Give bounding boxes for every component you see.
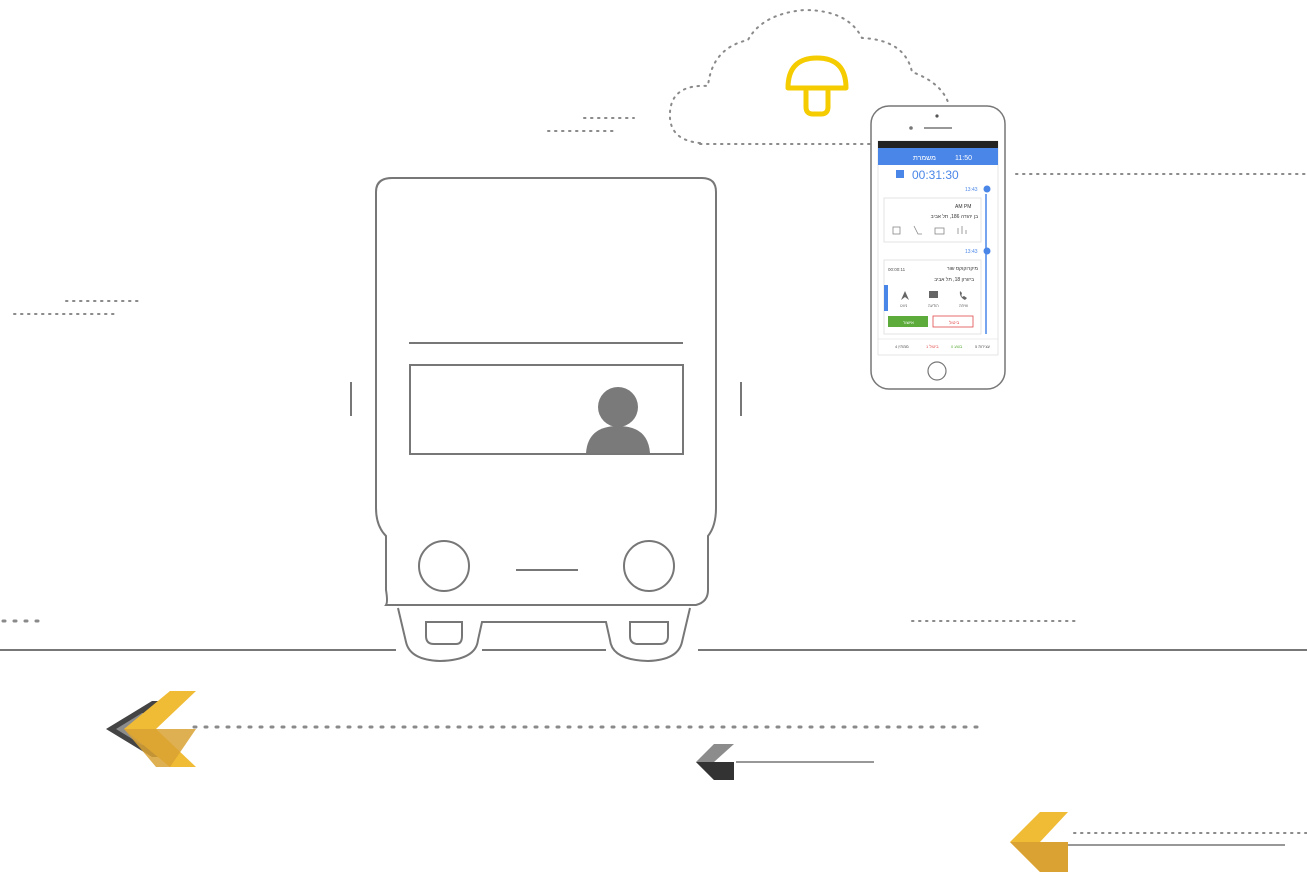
stop-1-address: בן יהודה 186, תל אביב [931,213,978,220]
cancel-button-label[interactable]: ביטול [949,320,960,325]
stop-2-name: מיקרוקוקס שור [947,266,979,272]
stop-2-time: 13:43 [965,249,978,255]
call-label[interactable]: שיחה [959,303,968,308]
footer-cancelled: ביטול 1 [926,344,939,349]
footer-done: בוצע 0 [951,344,963,349]
arrow-icon-small [696,744,734,780]
confirm-button-label[interactable]: אישור [903,320,914,325]
stop-2-eta: 00:00:11 [888,267,906,272]
stop-2-address: ביזורון 18, תל אביב [934,276,974,283]
dotted-lines [13,117,1307,834]
message-label[interactable]: הודעה [928,303,939,308]
stop-icon [896,170,904,178]
illustration-scene: 11:50 משמרת 00:31:30 13:43 13:43 AM PM ב… [0,8,1307,872]
status-time: 11:50 [955,155,972,162]
arrow-icon-right [1010,812,1068,872]
navigate-label[interactable]: ניווט [900,303,908,308]
arrow-icon [106,691,196,767]
shift-timer: 00:31:30 [912,168,959,182]
message-icon [929,291,938,298]
smartphone: 11:50 משמרת 00:31:30 13:43 13:43 AM PM ב… [870,105,1006,390]
footer-total: עצירות 5 [975,344,991,349]
mushroom-icon [785,55,849,117]
app-header-title: משמרת [913,155,936,162]
footer-waiting: ממתין 4 [895,344,909,349]
stop-1-time: 13:43 [965,187,978,193]
driver-icon [586,387,650,453]
stop-1-name: AM PM [955,204,971,210]
bus-icon [350,177,742,663]
